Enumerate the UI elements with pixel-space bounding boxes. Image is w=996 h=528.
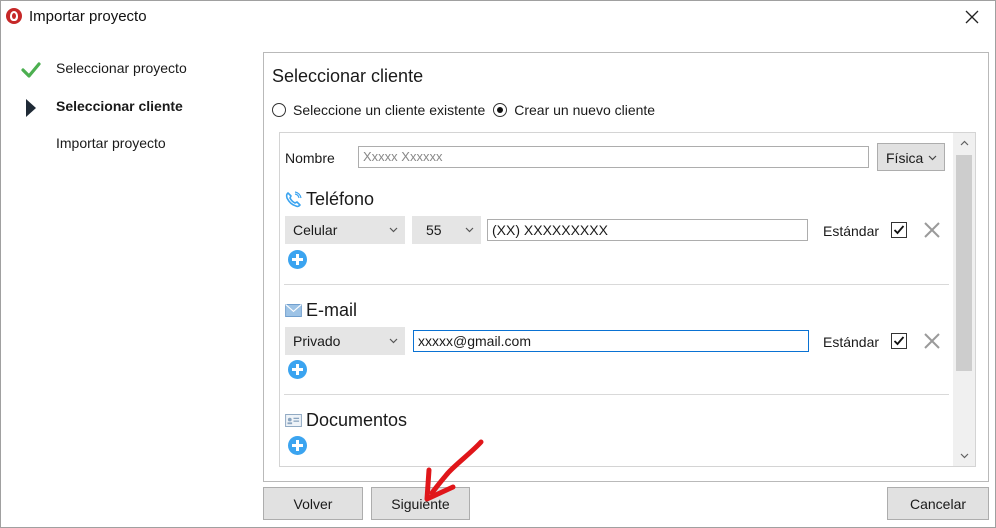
window-title: Importar proyecto bbox=[29, 8, 147, 25]
chevron-down-icon bbox=[389, 338, 398, 344]
phone-type-select[interactable]: Celular bbox=[285, 216, 405, 244]
checkmark-icon bbox=[893, 225, 905, 235]
client-panel: Seleccionar cliente Seleccione un client… bbox=[263, 52, 989, 482]
step-import-project: Importar proyecto bbox=[1, 129, 249, 159]
email-standard-label: Estándar bbox=[823, 334, 880, 350]
client-form: Nombre Xxxxx Xxxxxx Física Teléfono Celu… bbox=[279, 132, 976, 467]
person-type-value: Física bbox=[886, 150, 924, 166]
step-select-client: Seleccionar cliente bbox=[1, 92, 249, 122]
phone-heading: Teléfono bbox=[306, 189, 375, 209]
cancel-button[interactable]: Cancelar bbox=[887, 487, 989, 520]
phone-section-header: Teléfono bbox=[284, 189, 374, 210]
radio-dot bbox=[272, 103, 286, 117]
name-label: Nombre bbox=[285, 150, 335, 166]
add-phone-button[interactable] bbox=[288, 250, 307, 269]
step-select-project: Seleccionar proyecto bbox=[1, 54, 249, 84]
step-label: Seleccionar proyecto bbox=[56, 60, 187, 76]
add-email-button[interactable] bbox=[288, 360, 307, 379]
wizard-steps: Seleccionar proyecto Seleccionar cliente… bbox=[1, 32, 249, 492]
chevron-down-icon bbox=[928, 155, 937, 161]
person-type-select[interactable]: Física bbox=[877, 143, 945, 171]
remove-phone-icon[interactable] bbox=[922, 220, 942, 240]
radio-dot bbox=[493, 103, 508, 117]
email-heading: E-mail bbox=[306, 300, 358, 320]
chevron-down-icon bbox=[465, 227, 474, 233]
client-mode-radio-group: Seleccione un cliente existente Crear un… bbox=[272, 100, 663, 120]
email-standard-checkbox[interactable] bbox=[891, 333, 907, 349]
remove-email-icon[interactable] bbox=[922, 331, 942, 351]
country-code-select[interactable]: 55 bbox=[412, 216, 481, 244]
phone-type-value: Celular bbox=[293, 222, 338, 238]
id-card-icon bbox=[284, 412, 302, 430]
close-window-button[interactable] bbox=[949, 1, 995, 32]
radio-label: Seleccione un cliente existente bbox=[293, 102, 486, 118]
back-button[interactable]: Volver bbox=[263, 487, 363, 520]
section-divider bbox=[284, 284, 949, 285]
panel-title: Seleccionar cliente bbox=[272, 66, 424, 86]
envelope-icon bbox=[284, 302, 302, 320]
app-logo-icon bbox=[6, 8, 22, 24]
close-icon bbox=[965, 10, 979, 23]
scroll-down-button[interactable] bbox=[953, 446, 975, 466]
chevron-down-icon bbox=[389, 227, 398, 233]
section-divider bbox=[284, 394, 949, 395]
radio-label: Crear un nuevo cliente bbox=[514, 102, 656, 118]
step-label: Importar proyecto bbox=[56, 135, 166, 151]
phone-icon bbox=[284, 190, 302, 209]
step-label: Seleccionar cliente bbox=[56, 98, 183, 114]
radio-new-client[interactable]: Crear un nuevo cliente bbox=[493, 102, 655, 118]
email-type-value: Privado bbox=[293, 333, 341, 349]
email-section-header: E-mail bbox=[284, 300, 357, 321]
chevron-down-icon bbox=[960, 453, 968, 459]
triangle-right-icon bbox=[26, 99, 36, 117]
scroll-thumb[interactable] bbox=[956, 155, 972, 371]
email-address-input[interactable]: xxxxx@gmail.com bbox=[413, 330, 809, 352]
phone-standard-label: Estándar bbox=[823, 223, 880, 239]
phone-standard-checkbox[interactable] bbox=[891, 222, 907, 238]
name-input[interactable]: Xxxxx Xxxxxx bbox=[358, 146, 869, 168]
import-project-dialog: Importar proyecto Seleccionar proyecto S… bbox=[0, 0, 996, 528]
radio-existing-client[interactable]: Seleccione un cliente existente bbox=[272, 102, 485, 118]
documents-heading: Documentos bbox=[306, 410, 408, 430]
checkmark-icon bbox=[893, 336, 905, 346]
email-type-select[interactable]: Privado bbox=[285, 327, 405, 355]
documents-section-header: Documentos bbox=[284, 410, 407, 431]
title-bar: Importar proyecto bbox=[1, 1, 995, 32]
client-form-content: Nombre Xxxxx Xxxxxx Física Teléfono Celu… bbox=[280, 133, 953, 466]
country-code-value: 55 bbox=[426, 222, 442, 238]
chevron-up-icon bbox=[960, 140, 968, 146]
next-button[interactable]: Siguiente bbox=[371, 487, 470, 520]
checkmark-icon bbox=[21, 62, 41, 78]
scroll-up-button[interactable] bbox=[953, 133, 975, 153]
phone-number-input[interactable]: (XX) XXXXXXXXX bbox=[487, 219, 808, 241]
add-document-button[interactable] bbox=[288, 436, 307, 455]
form-scrollbar[interactable] bbox=[953, 133, 975, 466]
